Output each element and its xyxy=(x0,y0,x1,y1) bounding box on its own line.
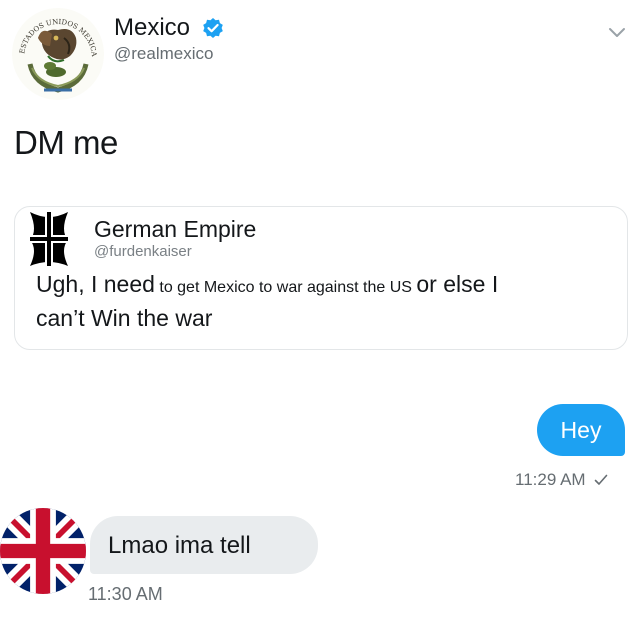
account-handle[interactable]: @realmexico xyxy=(114,44,213,64)
quoted-text-part-2: to get Mexico to war against the US xyxy=(154,279,412,296)
tweet-text: DM me xyxy=(14,124,118,161)
outgoing-time-text: 11:29 AM xyxy=(515,470,586,489)
checkmark-icon xyxy=(594,471,608,491)
quoted-account-handle[interactable]: @furdenkaiser xyxy=(94,243,192,260)
outgoing-message-bubble[interactable]: Hey xyxy=(537,404,625,456)
mexico-avatar[interactable]: ESTADOS UNIDOS MEXICANOS xyxy=(9,2,104,100)
quoted-tweet-line-2: can’t Win the war xyxy=(36,305,213,331)
account-name[interactable]: Mexico xyxy=(114,14,190,42)
quoted-text-part-1: Ugh, I need xyxy=(36,271,155,297)
outgoing-timestamp: 11:29 AM xyxy=(515,470,608,491)
quoted-text-part-3: or else I xyxy=(416,271,499,297)
quoted-tweet-line-1: Ugh, I need to get Mexico to war against… xyxy=(36,271,498,298)
verified-badge-icon xyxy=(202,17,224,39)
iron-cross-icon xyxy=(26,208,72,270)
quoted-account-name[interactable]: German Empire xyxy=(94,216,256,243)
incoming-timestamp: 11:30 AM xyxy=(88,584,163,604)
incoming-message-text: Lmao ima tell xyxy=(108,532,251,559)
union-jack-icon[interactable] xyxy=(0,508,86,594)
chevron-down-icon[interactable] xyxy=(608,26,626,40)
